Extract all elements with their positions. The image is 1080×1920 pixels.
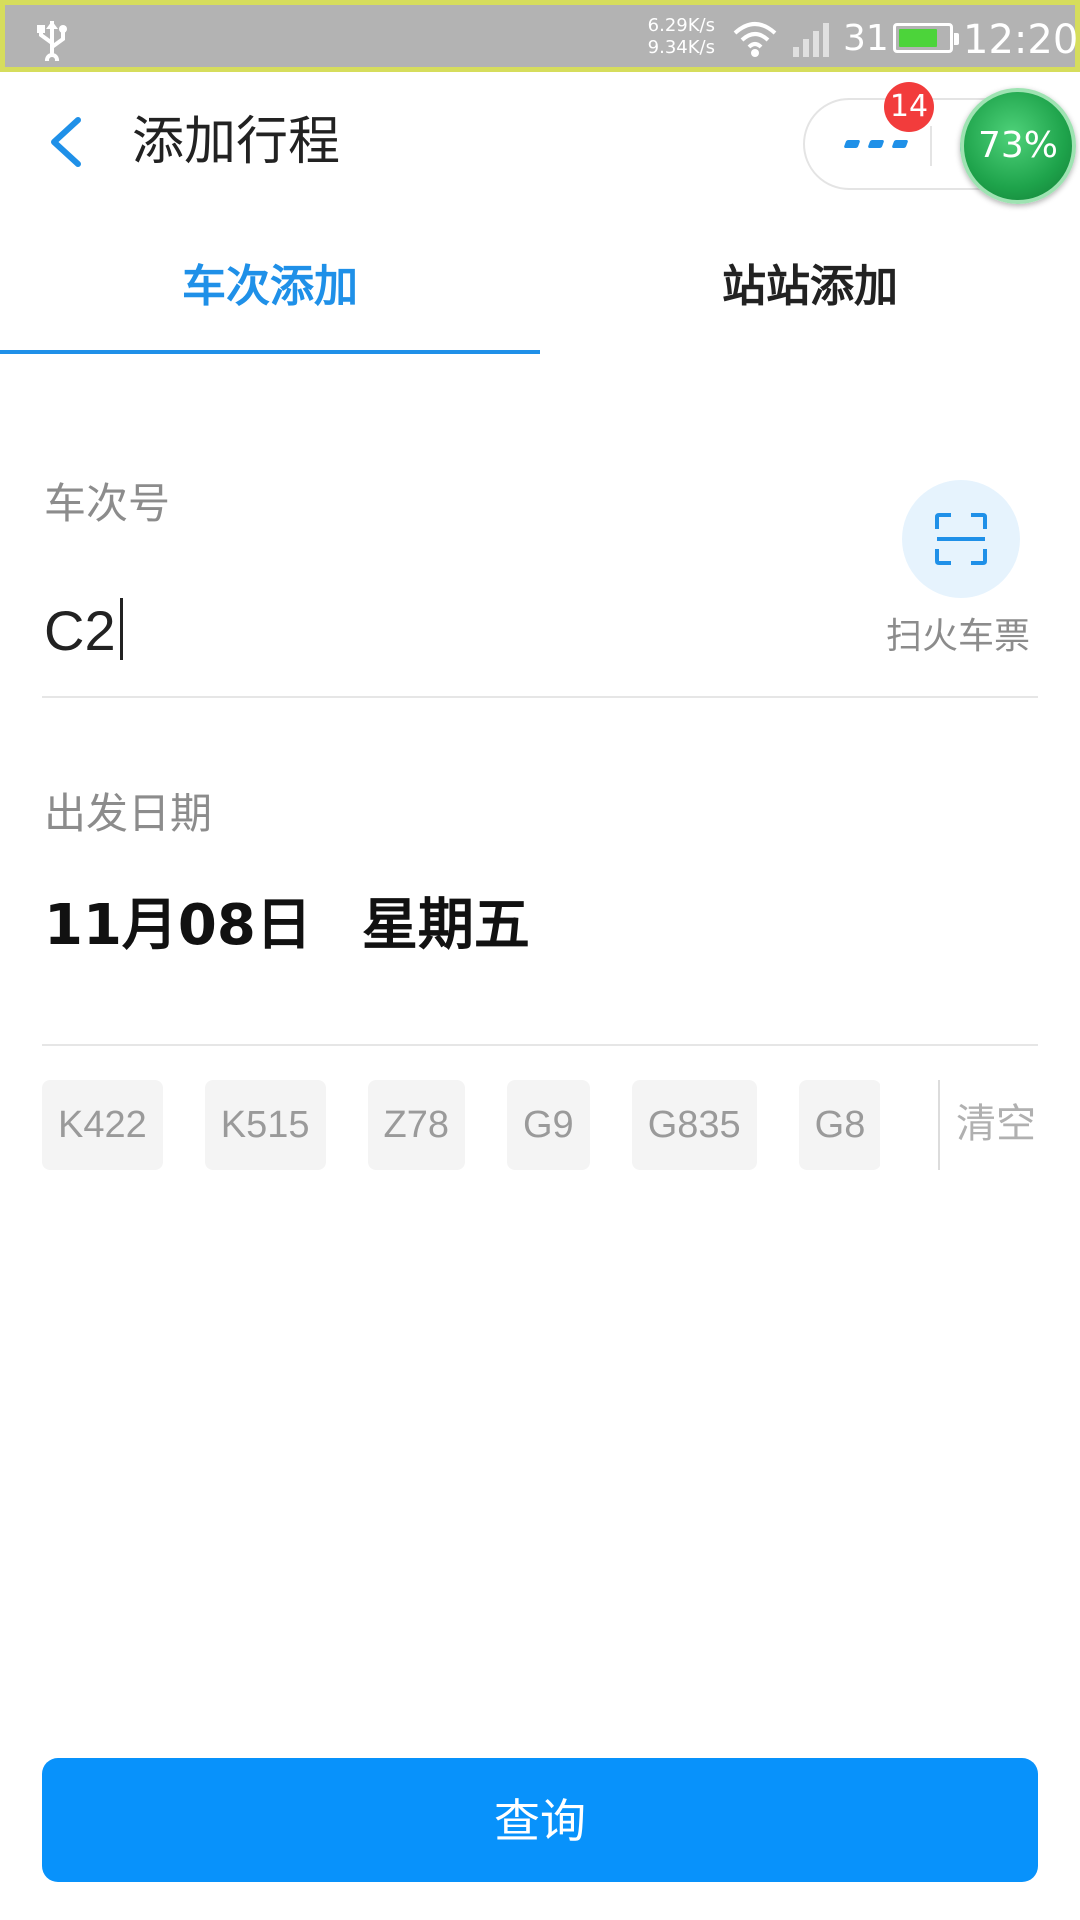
- train-number-input[interactable]: [44, 596, 824, 666]
- wifi-icon: [733, 19, 777, 63]
- status-bar: 6.29K/s 9.34K/s 31 12:20: [0, 0, 1080, 72]
- history-chip[interactable]: G9: [506, 1080, 590, 1170]
- date-value: 11月08日: [44, 893, 312, 958]
- departure-date-picker[interactable]: 11月08日 星期五: [44, 890, 530, 962]
- clear-history-button[interactable]: 清空: [956, 1094, 1036, 1154]
- history-chip[interactable]: K515: [204, 1080, 326, 1170]
- notification-badge: 14: [884, 82, 934, 132]
- history-chip[interactable]: Z78: [367, 1080, 465, 1170]
- battery-icon: [893, 23, 959, 53]
- chip-separator: [938, 1080, 940, 1170]
- clock: 12:20: [963, 17, 1079, 63]
- speed-up: 9.34K/s: [647, 37, 715, 58]
- page-title: 添加行程: [132, 112, 341, 172]
- network-speed: 6.29K/s 9.34K/s: [635, 15, 715, 59]
- battery-nub: [954, 33, 959, 45]
- divider: [42, 1044, 1038, 1046]
- history-chip[interactable]: G835: [631, 1080, 757, 1170]
- divider: [42, 696, 1038, 698]
- battery-fill: [899, 29, 938, 47]
- usb-icon: [35, 17, 69, 67]
- text-cursor: [120, 598, 123, 660]
- tab-station-to-station[interactable]: 站站添加: [540, 252, 1080, 322]
- scan-ticket-button[interactable]: [902, 480, 1020, 598]
- history-chip[interactable]: G8: [798, 1080, 880, 1170]
- back-button[interactable]: [40, 112, 96, 172]
- train-number-label: 车次号: [44, 479, 171, 528]
- tab-indicator: [0, 350, 540, 354]
- floating-ball[interactable]: 73%: [960, 88, 1076, 204]
- capsule-divider: [930, 126, 932, 166]
- departure-date-label: 出发日期: [44, 789, 213, 838]
- more-button[interactable]: [843, 140, 909, 148]
- query-button[interactable]: 查询: [42, 1758, 1038, 1882]
- scan-ticket-label[interactable]: 扫火车票: [886, 612, 1030, 662]
- tab-train-number[interactable]: 车次添加: [0, 252, 540, 322]
- scan-icon: [935, 513, 987, 565]
- weekday-value: 星期五: [361, 893, 530, 958]
- dot-icon: [843, 140, 861, 148]
- dot-icon: [867, 140, 885, 148]
- signal-text: 31: [843, 18, 889, 59]
- dot-icon: [891, 140, 909, 148]
- history-chips: K422 K515 Z78 G9 G835 G8: [42, 1080, 880, 1170]
- cellular-signal-icon: [791, 19, 835, 63]
- history-chip[interactable]: K422: [42, 1080, 163, 1170]
- speed-down: 6.29K/s: [647, 15, 715, 36]
- chevron-left-icon: [51, 117, 81, 167]
